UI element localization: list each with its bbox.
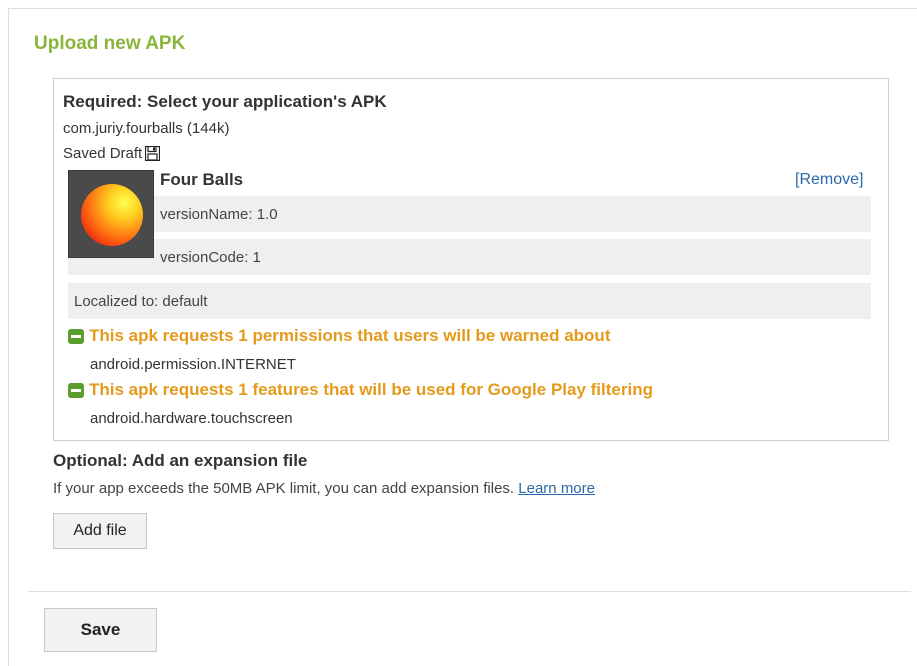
version-name: versionName: 1.0 [160, 205, 278, 223]
permissions-warning[interactable]: This apk requests 1 permissions that use… [68, 326, 610, 346]
required-heading: Required: Select your application's APK [63, 92, 387, 111]
features-warning-text: This apk requests 1 features that will b… [89, 380, 653, 399]
version-code-row: versionCode: 1 [154, 239, 871, 275]
learn-more-link[interactable]: Learn more [518, 480, 595, 497]
save-button[interactable]: Save [44, 608, 157, 652]
version-code: versionCode: 1 [160, 248, 261, 266]
app-name: Four Balls [160, 170, 244, 189]
permissions-warning-text: This apk requests 1 permissions that use… [89, 326, 611, 345]
package-name: com.juriy.fourballs (144k) [63, 120, 230, 137]
version-name-row: versionName: 1.0 [154, 196, 871, 232]
permission-item: android.permission.INTERNET [90, 356, 296, 373]
ball-icon [81, 184, 143, 246]
expansion-heading: Optional: Add an expansion file [53, 451, 308, 470]
expansion-description: If your app exceeds the 50MB APK limit, … [53, 480, 595, 497]
collapse-icon[interactable] [68, 328, 84, 344]
expansion-description-text: If your app exceeds the 50MB APK limit, … [53, 480, 515, 497]
app-icon [68, 170, 154, 258]
dialog-title: Upload new APK [34, 33, 186, 54]
draft-status: Saved Draft [63, 145, 161, 162]
collapse-icon[interactable] [68, 382, 84, 398]
add-file-button[interactable]: Add file [53, 513, 147, 549]
features-warning[interactable]: This apk requests 1 features that will b… [68, 380, 653, 400]
draft-status-label: Saved Draft [63, 145, 143, 162]
divider [28, 591, 911, 592]
localized-text: Localized to: default [74, 292, 208, 310]
localized-row: Localized to: default [68, 283, 871, 319]
icon-row-background [68, 258, 154, 275]
feature-item: android.hardware.touchscreen [90, 410, 293, 427]
save-disk-icon [145, 146, 161, 161]
remove-apk-link[interactable]: [Remove] [795, 171, 863, 189]
